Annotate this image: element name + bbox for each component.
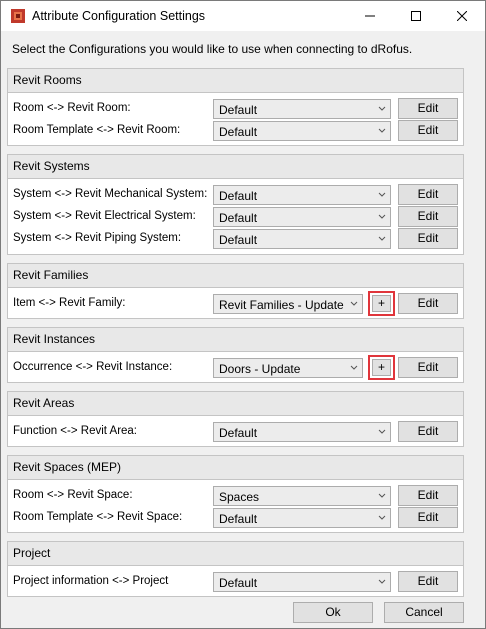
group-header: Revit Areas: [8, 392, 463, 416]
chevron-down-icon: [378, 493, 386, 498]
config-dropdown[interactable]: Default: [213, 572, 391, 592]
minimize-icon: [365, 15, 375, 17]
config-row: Occurrence <-> Revit Instance: Doors - U…: [8, 355, 463, 380]
chevron-down-icon: [378, 192, 386, 197]
row-label: Occurrence <-> Revit Instance:: [13, 361, 173, 373]
dialog-window: Attribute Configuration Settings Select …: [0, 0, 486, 629]
row-label: Project information <-> Project: [13, 575, 169, 587]
chevron-down-icon: [350, 301, 358, 306]
dropdown-value: Default: [219, 233, 258, 247]
edit-button[interactable]: Edit: [398, 485, 458, 506]
config-dropdown[interactable]: Default: [213, 121, 391, 141]
dropdown-value: Default: [219, 426, 258, 440]
config-dropdown[interactable]: Spaces: [213, 486, 391, 506]
group-header: Revit Spaces (MEP): [8, 456, 463, 480]
config-row: Room <-> Revit Room: Default Edit: [8, 98, 463, 119]
config-row: Room Template <-> Revit Space: Default E…: [8, 507, 463, 528]
row-label: Room Template <-> Revit Room:: [13, 124, 181, 136]
config-row: System <-> Revit Mechanical System: Defa…: [8, 184, 463, 205]
config-row: Project information <-> Project Default …: [8, 571, 463, 592]
ok-button[interactable]: Ok: [293, 602, 373, 623]
edit-button[interactable]: Edit: [398, 120, 458, 141]
row-label: Room <-> Revit Space:: [13, 489, 133, 501]
config-dropdown[interactable]: Doors - Update: [213, 358, 363, 378]
config-dropdown[interactable]: Default: [213, 207, 391, 227]
config-row: Function <-> Revit Area: Default Edit: [8, 421, 463, 442]
config-row: System <-> Revit Electrical System: Defa…: [8, 206, 463, 227]
edit-button[interactable]: Edit: [398, 228, 458, 249]
group-revit-systems: Revit Systems System <-> Revit Mechanica…: [7, 154, 464, 255]
title-bar[interactable]: Attribute Configuration Settings: [1, 1, 485, 31]
group-header: Revit Instances: [8, 328, 463, 352]
row-label: Room Template <-> Revit Space:: [13, 511, 183, 523]
maximize-icon: [411, 11, 421, 21]
dropdown-value: Spaces: [219, 490, 260, 504]
minimize-button[interactable]: [347, 1, 393, 31]
edit-button[interactable]: Edit: [398, 571, 458, 592]
cancel-button[interactable]: Cancel: [384, 602, 464, 623]
edit-button[interactable]: Edit: [398, 507, 458, 528]
config-row: Room Template <-> Revit Room: Default Ed…: [8, 120, 463, 141]
group-revit-spaces: Revit Spaces (MEP) Room <-> Revit Space:…: [7, 455, 464, 533]
chevron-down-icon: [350, 365, 358, 370]
group-revit-rooms: Revit Rooms Room <-> Revit Room: Default…: [7, 68, 464, 146]
maximize-button[interactable]: [393, 1, 439, 31]
group-revit-instances: Revit Instances Occurrence <-> Revit Ins…: [7, 327, 464, 383]
window-title: Attribute Configuration Settings: [32, 9, 206, 23]
edit-button[interactable]: Edit: [398, 293, 458, 314]
edit-button[interactable]: Edit: [398, 357, 458, 378]
chevron-down-icon: [378, 429, 386, 434]
config-dropdown[interactable]: Revit Families - Update: [213, 294, 363, 314]
add-button[interactable]: +: [372, 359, 391, 376]
group-project: Project Project information <-> Project …: [7, 541, 464, 597]
dropdown-value: Default: [219, 125, 258, 139]
add-button[interactable]: +: [372, 295, 391, 312]
row-label: Function <-> Revit Area:: [13, 425, 138, 437]
close-icon: [457, 11, 467, 21]
intro-text: Select the Configurations you would like…: [12, 42, 413, 56]
config-dropdown[interactable]: Default: [213, 99, 391, 119]
row-label: Item <-> Revit Family:: [13, 297, 126, 309]
group-revit-families: Revit Families Item <-> Revit Family: Re…: [7, 263, 464, 319]
close-button[interactable]: [439, 1, 485, 31]
config-dropdown[interactable]: Default: [213, 229, 391, 249]
chevron-down-icon: [378, 128, 386, 133]
plus-highlight: +: [368, 355, 395, 380]
group-header: Revit Rooms: [8, 69, 463, 93]
dropdown-value: Revit Families - Update: [219, 298, 344, 312]
row-label: System <-> Revit Electrical System:: [13, 210, 196, 222]
config-dropdown[interactable]: Default: [213, 185, 391, 205]
chevron-down-icon: [378, 106, 386, 111]
dropdown-value: Default: [219, 512, 258, 526]
config-dropdown[interactable]: Default: [213, 508, 391, 528]
config-row: Item <-> Revit Family: Revit Families - …: [8, 291, 463, 316]
dropdown-value: Default: [219, 576, 258, 590]
group-revit-areas: Revit Areas Function <-> Revit Area: Def…: [7, 391, 464, 447]
edit-button[interactable]: Edit: [398, 98, 458, 119]
chevron-down-icon: [378, 579, 386, 584]
edit-button[interactable]: Edit: [398, 184, 458, 205]
dropdown-value: Default: [219, 211, 258, 225]
group-header: Project: [8, 542, 463, 566]
drofus-app-icon: [11, 9, 25, 23]
row-label: Room <-> Revit Room:: [13, 102, 131, 114]
plus-highlight: +: [368, 291, 395, 316]
chevron-down-icon: [378, 214, 386, 219]
dropdown-value: Doors - Update: [219, 362, 301, 376]
chevron-down-icon: [378, 515, 386, 520]
edit-button[interactable]: Edit: [398, 206, 458, 227]
chevron-down-icon: [378, 236, 386, 241]
config-row: System <-> Revit Piping System: Default …: [8, 228, 463, 249]
edit-button[interactable]: Edit: [398, 421, 458, 442]
dropdown-value: Default: [219, 189, 258, 203]
group-header: Revit Systems: [8, 155, 463, 179]
config-row: Room <-> Revit Space: Spaces Edit: [8, 485, 463, 506]
config-dropdown[interactable]: Default: [213, 422, 391, 442]
row-label: System <-> Revit Piping System:: [13, 232, 182, 244]
group-header: Revit Families: [8, 264, 463, 288]
dropdown-value: Default: [219, 103, 258, 117]
row-label: System <-> Revit Mechanical System:: [13, 188, 208, 200]
